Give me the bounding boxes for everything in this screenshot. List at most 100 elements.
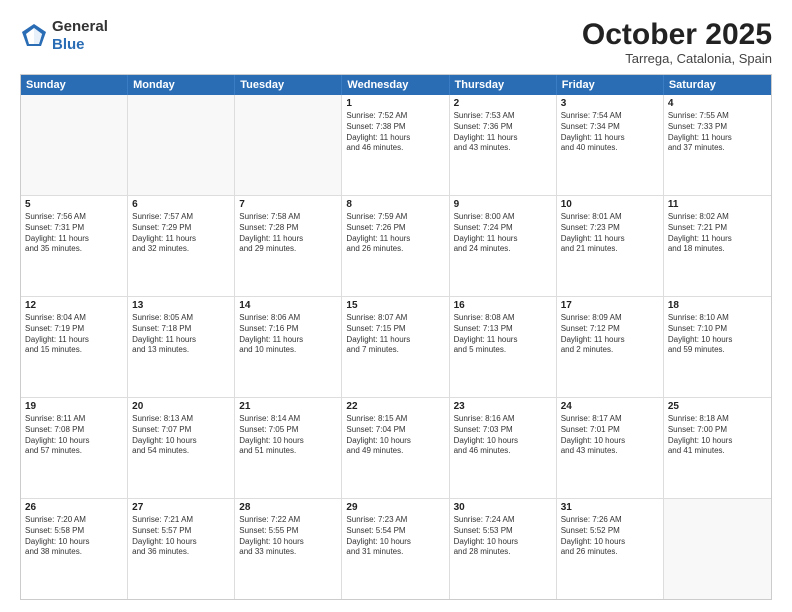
day-number: 14 <box>239 300 337 311</box>
day-number: 27 <box>132 502 230 513</box>
day-number: 8 <box>346 199 444 210</box>
header: General Blue October 2025 Tarrega, Catal… <box>20 18 772 66</box>
cell-info: Sunrise: 8:18 AM Sunset: 7:00 PM Dayligh… <box>668 414 767 457</box>
calendar-cell: 17 Sunrise: 8:09 AM Sunset: 7:12 PM Dayli… <box>557 297 664 397</box>
day-number: 28 <box>239 502 337 513</box>
calendar-cell: 19Sunrise: 8:11 AM Sunset: 7:08 PM Dayli… <box>21 398 128 498</box>
calendar-cell: 15 Sunrise: 8:07 AM Sunset: 7:15 PM Dayli… <box>342 297 449 397</box>
calendar-cell: 25 Sunrise: 8:18 AM Sunset: 7:00 PM Dayli… <box>664 398 771 498</box>
calendar-cell: 30Sunrise: 7:24 AM Sunset: 5:53 PM Dayli… <box>450 499 557 599</box>
logo: General Blue <box>20 18 108 54</box>
calendar-cell: 16Sunrise: 8:08 AM Sunset: 7:13 PM Dayli… <box>450 297 557 397</box>
calendar-cell: 23 Sunrise: 8:16 AM Sunset: 7:03 PM Dayli… <box>450 398 557 498</box>
calendar-cell: 27 Sunrise: 7:21 AM Sunset: 5:57 PM Dayli… <box>128 499 235 599</box>
calendar-row-0: 1 Sunrise: 7:52 AM Sunset: 7:38 PM Daylig… <box>21 95 771 196</box>
cell-info: Sunrise: 7:59 AM Sunset: 7:26 PM Dayligh… <box>346 212 444 255</box>
cell-info: Sunrise: 8:09 AM Sunset: 7:12 PM Dayligh… <box>561 313 659 356</box>
cell-info: Sunrise: 7:58 AM Sunset: 7:28 PM Dayligh… <box>239 212 337 255</box>
calendar-cell: 11 Sunrise: 8:02 AM Sunset: 7:21 PM Dayli… <box>664 196 771 296</box>
day-number: 30 <box>454 502 552 513</box>
cell-info: Sunrise: 8:05 AM Sunset: 7:18 PM Dayligh… <box>132 313 230 356</box>
day-number: 24 <box>561 401 659 412</box>
cell-info: Sunrise: 8:15 AM Sunset: 7:04 PM Dayligh… <box>346 414 444 457</box>
calendar-cell: 24 Sunrise: 8:17 AM Sunset: 7:01 PM Dayli… <box>557 398 664 498</box>
day-number: 25 <box>668 401 767 412</box>
calendar-cell <box>664 499 771 599</box>
cell-info: Sunrise: 8:06 AM Sunset: 7:16 PM Dayligh… <box>239 313 337 356</box>
calendar-cell: 12Sunrise: 8:04 AM Sunset: 7:19 PM Dayli… <box>21 297 128 397</box>
cell-info: Sunrise: 7:57 AM Sunset: 7:29 PM Dayligh… <box>132 212 230 255</box>
header-cell-sunday: Sunday <box>21 75 128 95</box>
calendar-row-3: 19Sunrise: 8:11 AM Sunset: 7:08 PM Dayli… <box>21 398 771 499</box>
calendar-row-4: 26Sunrise: 7:20 AM Sunset: 5:58 PM Dayli… <box>21 499 771 599</box>
calendar-cell: 18 Sunrise: 8:10 AM Sunset: 7:10 PM Dayli… <box>664 297 771 397</box>
calendar-cell <box>235 95 342 195</box>
day-number: 7 <box>239 199 337 210</box>
calendar-cell: 8 Sunrise: 7:59 AM Sunset: 7:26 PM Daylig… <box>342 196 449 296</box>
cell-info: Sunrise: 7:26 AM Sunset: 5:52 PM Dayligh… <box>561 515 659 558</box>
cell-info: Sunrise: 8:01 AM Sunset: 7:23 PM Dayligh… <box>561 212 659 255</box>
day-number: 21 <box>239 401 337 412</box>
day-number: 17 <box>561 300 659 311</box>
calendar-cell: 14 Sunrise: 8:06 AM Sunset: 7:16 PM Dayli… <box>235 297 342 397</box>
day-number: 2 <box>454 98 552 109</box>
cell-info: Sunrise: 8:11 AM Sunset: 7:08 PM Dayligh… <box>25 414 123 457</box>
day-number: 20 <box>132 401 230 412</box>
calendar-cell: 9Sunrise: 8:00 AM Sunset: 7:24 PM Daylig… <box>450 196 557 296</box>
location: Tarrega, Catalonia, Spain <box>582 51 772 66</box>
cell-info: Sunrise: 8:10 AM Sunset: 7:10 PM Dayligh… <box>668 313 767 356</box>
calendar-cell: 20Sunrise: 8:13 AM Sunset: 7:07 PM Dayli… <box>128 398 235 498</box>
calendar-cell: 21 Sunrise: 8:14 AM Sunset: 7:05 PM Dayli… <box>235 398 342 498</box>
calendar-cell <box>128 95 235 195</box>
day-number: 23 <box>454 401 552 412</box>
day-number: 18 <box>668 300 767 311</box>
calendar-cell: 5Sunrise: 7:56 AM Sunset: 7:31 PM Daylig… <box>21 196 128 296</box>
day-number: 11 <box>668 199 767 210</box>
header-cell-tuesday: Tuesday <box>235 75 342 95</box>
calendar: SundayMondayTuesdayWednesdayThursdayFrid… <box>20 74 772 600</box>
calendar-cell: 22Sunrise: 8:15 AM Sunset: 7:04 PM Dayli… <box>342 398 449 498</box>
calendar-cell: 6 Sunrise: 7:57 AM Sunset: 7:29 PM Daylig… <box>128 196 235 296</box>
cell-info: Sunrise: 7:20 AM Sunset: 5:58 PM Dayligh… <box>25 515 123 558</box>
cell-info: Sunrise: 8:17 AM Sunset: 7:01 PM Dayligh… <box>561 414 659 457</box>
day-number: 10 <box>561 199 659 210</box>
header-cell-saturday: Saturday <box>664 75 771 95</box>
day-number: 31 <box>561 502 659 513</box>
calendar-cell: 31 Sunrise: 7:26 AM Sunset: 5:52 PM Dayli… <box>557 499 664 599</box>
calendar-cell: 10 Sunrise: 8:01 AM Sunset: 7:23 PM Dayli… <box>557 196 664 296</box>
calendar-cell: 28Sunrise: 7:22 AM Sunset: 5:55 PM Dayli… <box>235 499 342 599</box>
cell-info: Sunrise: 7:54 AM Sunset: 7:34 PM Dayligh… <box>561 111 659 154</box>
cell-info: Sunrise: 8:14 AM Sunset: 7:05 PM Dayligh… <box>239 414 337 457</box>
header-cell-wednesday: Wednesday <box>342 75 449 95</box>
logo-text: General Blue <box>52 18 108 54</box>
day-number: 1 <box>346 98 444 109</box>
cell-info: Sunrise: 8:16 AM Sunset: 7:03 PM Dayligh… <box>454 414 552 457</box>
logo-icon <box>20 22 48 50</box>
calendar-cell: 2 Sunrise: 7:53 AM Sunset: 7:36 PM Daylig… <box>450 95 557 195</box>
day-number: 16 <box>454 300 552 311</box>
cell-info: Sunrise: 7:53 AM Sunset: 7:36 PM Dayligh… <box>454 111 552 154</box>
day-number: 3 <box>561 98 659 109</box>
calendar-row-2: 12Sunrise: 8:04 AM Sunset: 7:19 PM Dayli… <box>21 297 771 398</box>
day-number: 29 <box>346 502 444 513</box>
calendar-cell: 29Sunrise: 7:23 AM Sunset: 5:54 PM Dayli… <box>342 499 449 599</box>
day-number: 15 <box>346 300 444 311</box>
day-number: 13 <box>132 300 230 311</box>
cell-info: Sunrise: 7:55 AM Sunset: 7:33 PM Dayligh… <box>668 111 767 154</box>
page: General Blue October 2025 Tarrega, Catal… <box>0 0 792 612</box>
cell-info: Sunrise: 7:56 AM Sunset: 7:31 PM Dayligh… <box>25 212 123 255</box>
day-number: 12 <box>25 300 123 311</box>
cell-info: Sunrise: 7:21 AM Sunset: 5:57 PM Dayligh… <box>132 515 230 558</box>
calendar-cell: 3 Sunrise: 7:54 AM Sunset: 7:34 PM Daylig… <box>557 95 664 195</box>
header-cell-friday: Friday <box>557 75 664 95</box>
cell-info: Sunrise: 7:52 AM Sunset: 7:38 PM Dayligh… <box>346 111 444 154</box>
calendar-row-1: 5Sunrise: 7:56 AM Sunset: 7:31 PM Daylig… <box>21 196 771 297</box>
calendar-cell: 4Sunrise: 7:55 AM Sunset: 7:33 PM Daylig… <box>664 95 771 195</box>
cell-info: Sunrise: 8:07 AM Sunset: 7:15 PM Dayligh… <box>346 313 444 356</box>
title-block: October 2025 Tarrega, Catalonia, Spain <box>582 18 772 66</box>
calendar-header: SundayMondayTuesdayWednesdayThursdayFrid… <box>21 75 771 95</box>
day-number: 6 <box>132 199 230 210</box>
cell-info: Sunrise: 8:02 AM Sunset: 7:21 PM Dayligh… <box>668 212 767 255</box>
calendar-cell: 7 Sunrise: 7:58 AM Sunset: 7:28 PM Daylig… <box>235 196 342 296</box>
calendar-cell: 26Sunrise: 7:20 AM Sunset: 5:58 PM Dayli… <box>21 499 128 599</box>
